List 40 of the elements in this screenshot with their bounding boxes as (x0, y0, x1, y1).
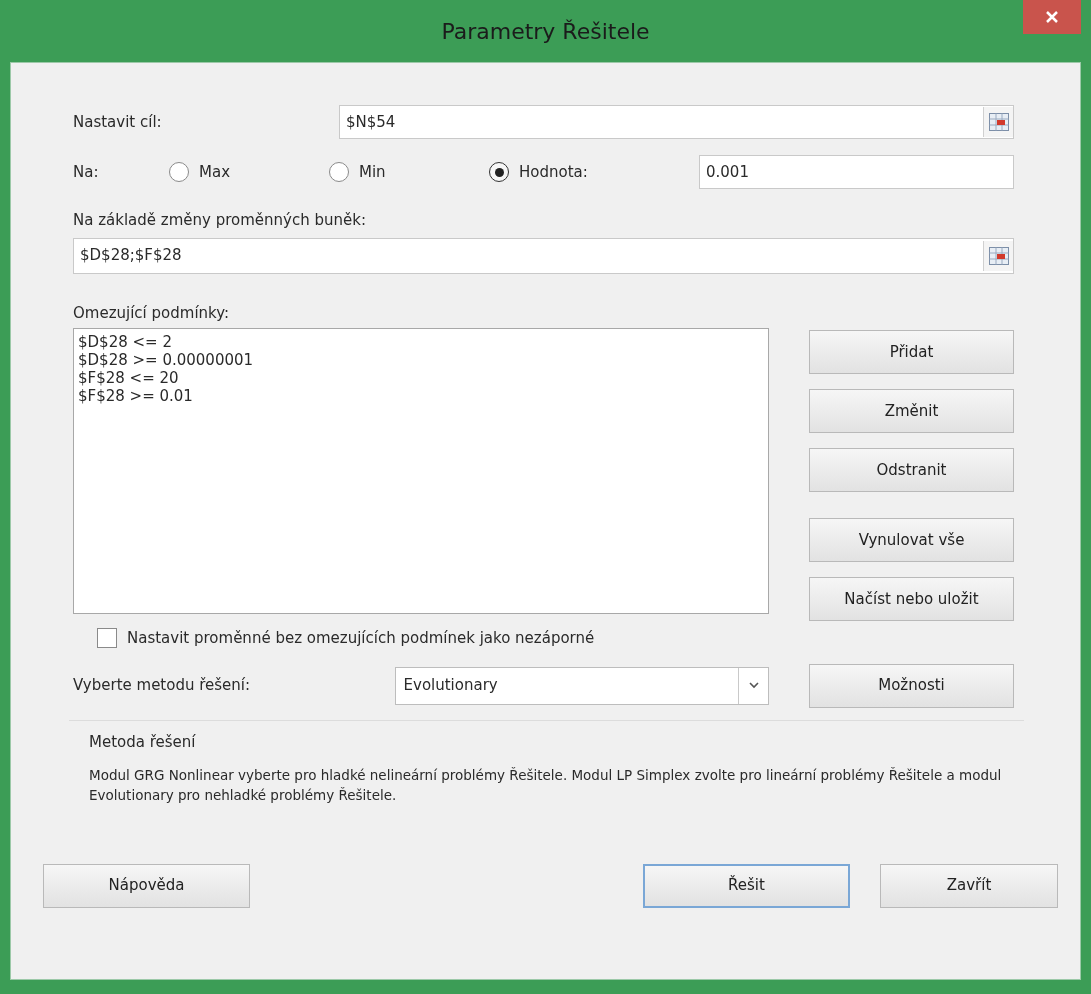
constraint-button[interactable]: Načíst nebo uložit (809, 577, 1014, 621)
options-button[interactable]: Možnosti (809, 663, 1014, 708)
radio-button[interactable] (169, 162, 189, 182)
objective-field[interactable]: $N$54 (339, 105, 1014, 139)
constraint-button[interactable]: Odstranit (809, 448, 1014, 492)
constraint-item[interactable]: $F$28 <= 20 (78, 369, 764, 387)
nonnegative-checkbox[interactable]: Nastavit proměnné bez omezujících podmínek jako nezáporné (97, 627, 1014, 650)
cell-range-icon (988, 246, 1009, 265)
constraint-button[interactable]: Vynulovat vše (809, 518, 1014, 562)
radio-label: Min (359, 161, 386, 183)
radio-button[interactable] (329, 162, 349, 182)
range-select-button[interactable] (983, 240, 1013, 271)
method-label: Vyberte metodu řešení: (73, 675, 252, 697)
method-dropdown[interactable]: Evolutionary (394, 666, 769, 705)
method-info-title: Metoda řešení (89, 731, 197, 753)
radio-label: Hodnota: (519, 161, 588, 183)
chevron-down-icon (748, 682, 759, 689)
window-title: Parametry Řešitele (441, 17, 650, 46)
dialog-button[interactable]: Zavřít (880, 863, 1058, 908)
constraint-item[interactable]: $D$28 >= 0.00000001 (78, 351, 764, 369)
constraint-button[interactable]: Změnit (809, 389, 1014, 433)
constraint-item[interactable]: $F$28 >= 0.01 (78, 387, 764, 405)
target-value-field[interactable]: 0.001 (699, 155, 1014, 189)
close-icon (1046, 11, 1058, 23)
radio-button[interactable] (489, 162, 509, 182)
method-info-text: Modul GRG Nonlinear vyberte pro hladké nelineární problémy Řešitele. Modul LP Simplex zvolte pro lineární problémy Řešitele a modul Evolutionary pro nehladké problémy Řešitele. (89, 766, 1003, 805)
constraint-item[interactable]: $D$28 <= 2 (78, 333, 764, 351)
variables-label: Na základě změny proměnných buněk: (73, 210, 367, 231)
dialog-button[interactable]: Nápověda (43, 863, 250, 908)
cell-range-icon (988, 113, 1009, 131)
objective-label: Nastavit cíl: (73, 111, 163, 133)
close-button[interactable] (1023, 0, 1081, 34)
range-select-button[interactable] (983, 107, 1013, 137)
variables-field[interactable]: $D$28;$F$28 (73, 237, 1014, 274)
constraint-button[interactable]: Přidat (809, 330, 1014, 374)
constraints-list[interactable]: $D$28 <= 2 $D$28 >= 0.00000001 $F$28 <= 20 $F$28 >= 0.01 (73, 328, 769, 614)
radio-label: Max (199, 161, 230, 183)
dialog-button[interactable]: Řešit (643, 863, 850, 908)
constraints-label: Omezující podmínky: (73, 302, 231, 324)
target-label: Na: (73, 161, 100, 183)
